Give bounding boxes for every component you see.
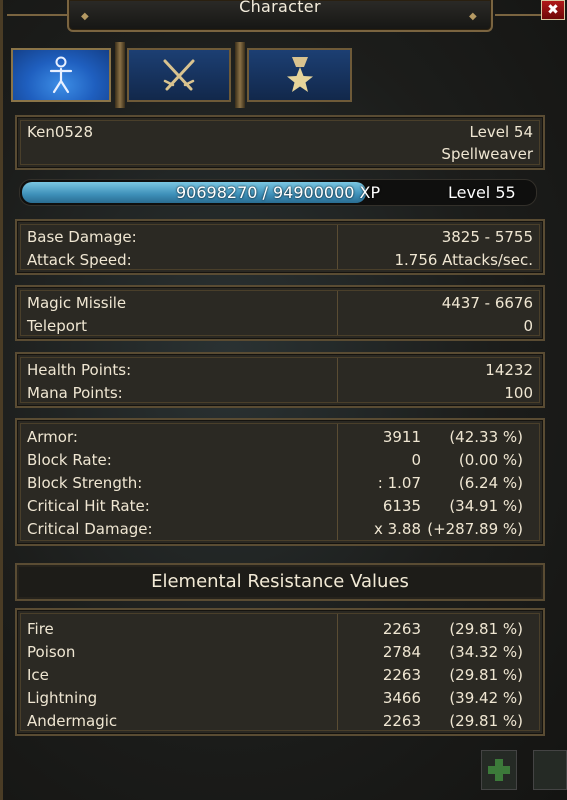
stat-row-critical-hit-rate: Critical Hit Rate: 6135 (34.91 %) <box>27 497 523 515</box>
tab-achievements[interactable] <box>247 48 352 102</box>
skill-stats-panel: Magic Missile 4437 - 6676 Teleport 0 <box>15 285 545 341</box>
character-class-row: Spellweaver <box>27 143 533 165</box>
stat-row-mana: Mana Points: 100 <box>27 384 533 402</box>
stat-row-block-rate: Block Rate: 0 (0.00 %) <box>27 451 523 469</box>
stat-row-base-damage: Base Damage: 3825 - 5755 <box>27 228 533 246</box>
vital-stats-panel: Health Points: 14232 Mana Points: 100 <box>15 352 545 408</box>
close-button[interactable]: ✖ <box>541 0 565 20</box>
character-name: Ken0528 <box>27 123 93 141</box>
elemental-resistance-header: Elemental Resistance Values <box>15 563 545 601</box>
window-title: Character <box>239 0 321 16</box>
character-name-row: Ken0528 Level 54 <box>27 121 533 143</box>
attack-stats-panel: Base Damage: 3825 - 5755 Attack Speed: 1… <box>15 219 545 275</box>
resistance-row-fire: Fire 2263 (29.81 %) <box>27 620 523 638</box>
title-bar[interactable]: ◆ ◆ Character <box>67 0 493 32</box>
character-class: Spellweaver <box>441 145 533 163</box>
stat-row-magic-missile: Magic Missile 4437 - 6676 <box>27 294 533 312</box>
experience-text: 90698270 / 94900000 XP <box>176 183 381 202</box>
resistance-row-lightning: Lightning 3466 (39.42 %) <box>27 689 523 707</box>
resistance-row-andermagic: Andermagic 2263 (29.81 %) <box>27 712 523 730</box>
hud-slot-plus-icon[interactable] <box>481 750 517 790</box>
stat-row-attack-speed: Attack Speed: 1.756 Attacks/sec. <box>27 251 533 269</box>
character-window: ◆ ◆ Character ✖ Ken0528 Level 54 Spellwe… <box>0 0 567 800</box>
tab-bar <box>11 42 356 108</box>
tab-character-stats[interactable] <box>11 48 111 102</box>
experience-bar: 90698270 / 94900000 XP Level 55 <box>19 179 537 206</box>
crossed-swords-icon <box>163 59 195 91</box>
person-icon <box>49 56 73 94</box>
defense-stats-panel: Armor: 3911 (42.33 %) Block Rate: 0 (0.0… <box>15 418 545 546</box>
tab-divider <box>115 42 125 108</box>
resistance-row-poison: Poison 2784 (34.32 %) <box>27 643 523 661</box>
tab-skills[interactable] <box>127 48 231 102</box>
frame-ornament-right <box>495 0 541 16</box>
stat-row-block-strength: Block Strength: : 1.07 (6.24 %) <box>27 474 523 492</box>
elemental-resistance-panel: Fire 2263 (29.81 %) Poison 2784 (34.32 %… <box>15 608 545 736</box>
stat-row-critical-damage: Critical Damage: x 3.88 (+287.89 %) <box>27 520 523 538</box>
next-level-label: Level 55 <box>448 183 516 202</box>
stat-row-health: Health Points: 14232 <box>27 361 533 379</box>
tab-divider <box>235 42 245 108</box>
hud-slot-icon[interactable] <box>533 750 567 790</box>
stat-row-teleport: Teleport 0 <box>27 317 533 335</box>
frame-ornament-left <box>7 0 67 16</box>
close-icon: ✖ <box>547 2 559 18</box>
medal-icon <box>286 57 313 92</box>
character-info-panel: Ken0528 Level 54 Spellweaver <box>15 115 545 170</box>
resistance-row-ice: Ice 2263 (29.81 %) <box>27 666 523 684</box>
green-plus-icon <box>488 759 510 781</box>
stat-row-armor: Armor: 3911 (42.33 %) <box>27 428 523 446</box>
character-level: Level 54 <box>469 123 533 141</box>
